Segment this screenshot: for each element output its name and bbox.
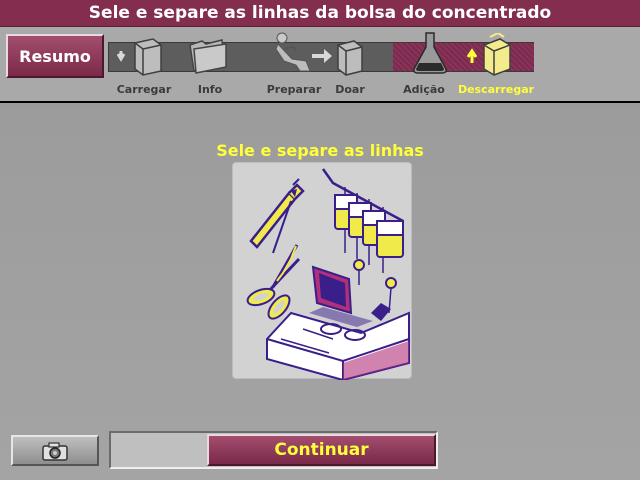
arrow-machine-icon[interactable] bbox=[310, 33, 366, 77]
step-navigation-bar: Resumo Carregar Info Preparar Doar Adiçã… bbox=[0, 27, 640, 103]
step-label-doar: Doar bbox=[335, 83, 365, 96]
continue-button[interactable]: Continuar bbox=[207, 434, 436, 466]
donor-icon[interactable] bbox=[270, 31, 314, 77]
page-title: Sele e separe as linhas da bolsa do conc… bbox=[88, 3, 552, 23]
camera-icon bbox=[42, 441, 68, 461]
seal-and-separate-illustration bbox=[232, 162, 412, 382]
illustration-graphic bbox=[246, 168, 410, 382]
scissors-icon bbox=[246, 244, 301, 320]
summary-button[interactable]: Resumo bbox=[6, 34, 104, 78]
step-label-adicao: Adição bbox=[403, 83, 445, 96]
step-label-carregar: Carregar bbox=[116, 83, 172, 96]
instruction-text: Sele e separe as linhas bbox=[216, 141, 424, 160]
step-label-preparar: Preparar bbox=[266, 83, 322, 96]
title-bar: Sele e separe as linhas da bolsa do conc… bbox=[0, 0, 640, 27]
load-icon[interactable] bbox=[117, 33, 165, 77]
folder-icon[interactable] bbox=[186, 35, 230, 75]
flask-icon[interactable] bbox=[410, 31, 450, 77]
unload-icon[interactable] bbox=[464, 33, 516, 77]
tube-sealer-icon bbox=[249, 178, 305, 254]
step-label-descarregar: Descarregar bbox=[457, 83, 535, 96]
camera-button[interactable] bbox=[11, 435, 99, 466]
step-label-info: Info bbox=[197, 83, 223, 96]
